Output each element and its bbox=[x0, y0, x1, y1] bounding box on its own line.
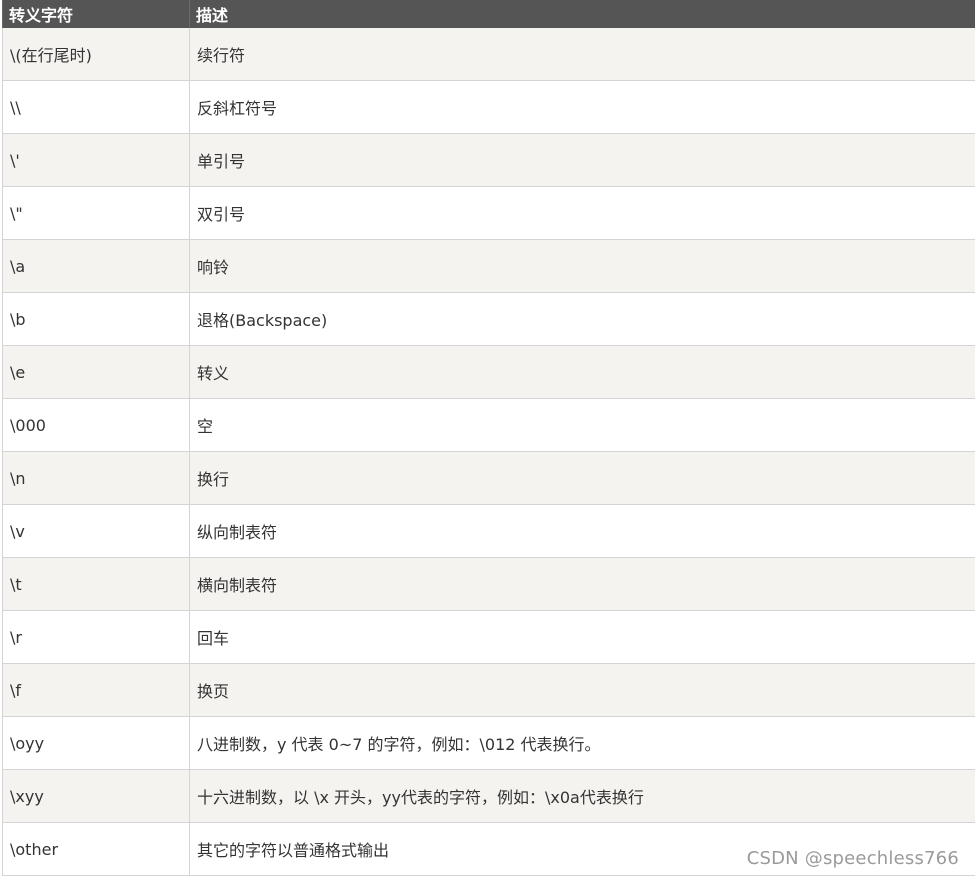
table-row: \(在行尾时) 续行符 bbox=[2, 28, 975, 81]
description-cell: 纵向制表符 bbox=[189, 504, 975, 558]
description-cell: 反斜杠符号 bbox=[189, 80, 975, 134]
escape-cell: \n bbox=[2, 451, 190, 505]
table-row: \v 纵向制表符 bbox=[2, 504, 975, 558]
description-cell: 退格(Backspace) bbox=[189, 292, 975, 346]
escape-cell: \" bbox=[2, 186, 190, 240]
table-row: \n 换行 bbox=[2, 451, 975, 505]
escape-cell: \v bbox=[2, 504, 190, 558]
escape-cell: \oyy bbox=[2, 716, 190, 770]
description-cell: 转义 bbox=[189, 345, 975, 399]
table-row: \\ 反斜杠符号 bbox=[2, 80, 975, 134]
table-header: 转义字符 描述 bbox=[2, 0, 975, 28]
description-cell: 空 bbox=[189, 398, 975, 452]
escape-cell: \xyy bbox=[2, 769, 190, 823]
escape-cell: \r bbox=[2, 610, 190, 664]
table-row: \e 转义 bbox=[2, 345, 975, 399]
table-row: \' 单引号 bbox=[2, 133, 975, 187]
header-escape-char: 转义字符 bbox=[2, 0, 190, 28]
description-cell: 回车 bbox=[189, 610, 975, 664]
header-row: 转义字符 描述 bbox=[2, 0, 975, 28]
description-cell: 双引号 bbox=[189, 186, 975, 240]
description-cell: 横向制表符 bbox=[189, 557, 975, 611]
description-cell: 十六进制数，以 \x 开头，yy代表的字符，例如：\x0a代表换行 bbox=[189, 769, 975, 823]
description-cell: 响铃 bbox=[189, 239, 975, 293]
escape-cell: \t bbox=[2, 557, 190, 611]
escape-sequence-table: 转义字符 描述 \(在行尾时) 续行符 \\ 反斜杠符号 \' 单引号 \" 双… bbox=[2, 0, 975, 876]
escape-cell: \a bbox=[2, 239, 190, 293]
table-row: \r 回车 bbox=[2, 610, 975, 664]
table-row: \oyy 八进制数，y 代表 0~7 的字符，例如：\012 代表换行。 bbox=[2, 716, 975, 770]
table-row: \b 退格(Backspace) bbox=[2, 292, 975, 346]
table-row: \t 横向制表符 bbox=[2, 557, 975, 611]
escape-cell: \b bbox=[2, 292, 190, 346]
escape-cell: \e bbox=[2, 345, 190, 399]
escape-cell: \(在行尾时) bbox=[2, 28, 190, 81]
table-row: \f 换页 bbox=[2, 663, 975, 717]
description-cell: 换行 bbox=[189, 451, 975, 505]
table-row: \a 响铃 bbox=[2, 239, 975, 293]
escape-cell: \000 bbox=[2, 398, 190, 452]
description-cell: 八进制数，y 代表 0~7 的字符，例如：\012 代表换行。 bbox=[189, 716, 975, 770]
escape-cell: \f bbox=[2, 663, 190, 717]
table-row: \000 空 bbox=[2, 398, 975, 452]
csdn-watermark: CSDN @speechless766 bbox=[746, 848, 959, 869]
description-cell: 单引号 bbox=[189, 133, 975, 187]
escape-cell: \\ bbox=[2, 80, 190, 134]
table-row: \" 双引号 bbox=[2, 186, 975, 240]
description-cell: 换页 bbox=[189, 663, 975, 717]
escape-cell: \' bbox=[2, 133, 190, 187]
description-cell: 续行符 bbox=[189, 28, 975, 81]
table-row: \xyy 十六进制数，以 \x 开头，yy代表的字符，例如：\x0a代表换行 bbox=[2, 769, 975, 823]
escape-cell: \other bbox=[2, 822, 190, 876]
table-body: \(在行尾时) 续行符 \\ 反斜杠符号 \' 单引号 \" 双引号 \a 响铃… bbox=[2, 28, 975, 876]
header-description: 描述 bbox=[189, 0, 975, 28]
